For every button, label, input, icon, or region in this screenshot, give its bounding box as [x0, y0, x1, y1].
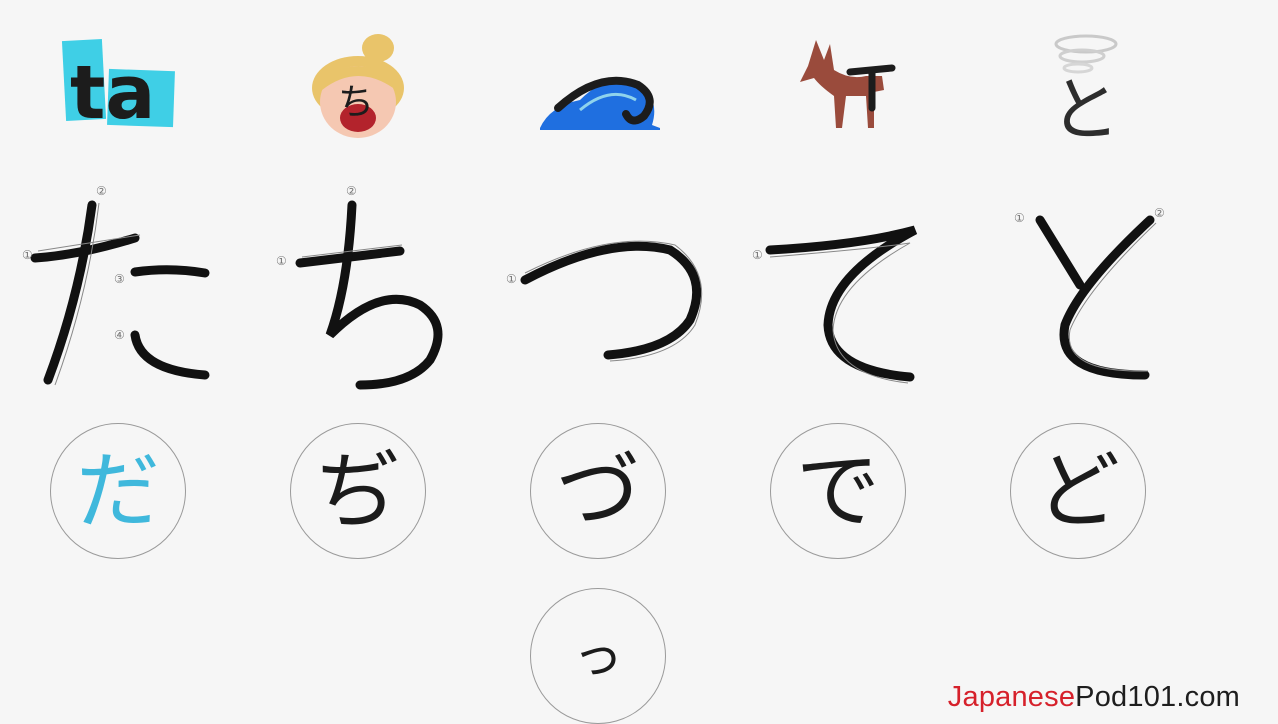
voiced-kana-du[interactable]: づ — [530, 423, 666, 559]
brand-part2: Pod101.com — [1075, 681, 1240, 713]
stroke-number: ② — [1154, 206, 1165, 220]
stroke-diagram-to: ① ② — [1014, 206, 1165, 380]
stroke-diagram-te: ① — [752, 225, 918, 384]
column-to: と ① ② ど — [960, 0, 1200, 718]
mnemonic-tornado: と — [1050, 34, 1120, 140]
stroke-number: ② — [346, 184, 357, 198]
stroke-diagram-tsu: ① — [506, 240, 703, 362]
small-kana-tsu[interactable]: っ — [530, 588, 666, 724]
brand-logo[interactable]: JapanesePod101.com — [948, 681, 1240, 714]
stroke-diagram-ta: ① ② ③ ④ — [22, 184, 210, 386]
voiced-kana-da[interactable]: だ — [50, 423, 186, 559]
lesson-stage: ta ① ② ③ ④ だ ち ① ② ぢ ① づ っ ① で と ① ② ど J… — [0, 0, 1278, 724]
brand-part1: Japanese — [947, 681, 1076, 713]
stroke-number: ③ — [114, 272, 125, 286]
stroke-diagram-chi: ① ② — [276, 184, 443, 390]
mnemonic-ta-label: ta — [70, 50, 155, 136]
stroke-number: ① — [22, 248, 33, 262]
mnemonic-to-label: と — [1050, 69, 1120, 140]
stroke-number: ① — [1014, 211, 1025, 225]
mnemonic-wave — [540, 76, 660, 130]
mnemonic-chi-label: ち — [338, 82, 374, 123]
column-chi: ち ① ② ぢ — [240, 0, 480, 718]
voiced-kana-de[interactable]: で — [770, 423, 906, 559]
stroke-number: ④ — [114, 328, 125, 342]
stroke-number: ① — [752, 248, 763, 262]
column-ta: ta ① ② ③ ④ だ — [0, 0, 240, 718]
mnemonic-ta-text: ta — [61, 39, 175, 136]
stroke-number: ① — [276, 254, 287, 268]
column-te: ① で — [720, 0, 960, 718]
voiced-kana-di[interactable]: ぢ — [290, 423, 426, 559]
column-tsu: ① づ っ — [480, 0, 720, 724]
voiced-kana-do[interactable]: ど — [1010, 423, 1146, 559]
mnemonic-dog — [800, 40, 896, 128]
mnemonic-cheering-girl: ち — [312, 34, 404, 138]
stroke-number: ① — [506, 272, 517, 286]
stroke-number: ② — [96, 184, 107, 198]
